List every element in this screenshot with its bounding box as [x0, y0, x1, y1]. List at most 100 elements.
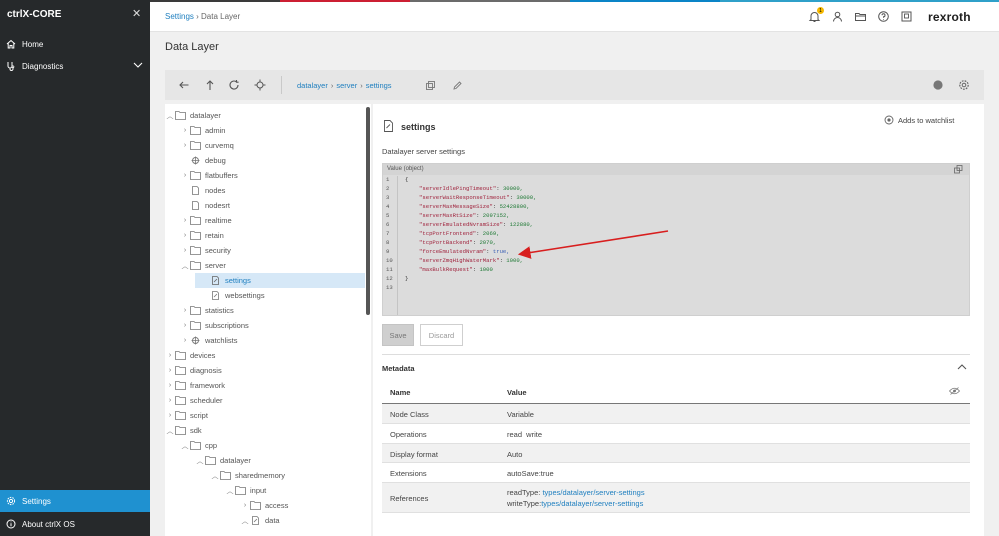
tree-node-script[interactable]: › script	[165, 408, 208, 423]
chevron-right-icon[interactable]: ›	[180, 322, 190, 329]
chevron-up-icon[interactable]	[957, 362, 967, 372]
tree-node-nodes[interactable]: nodes	[190, 183, 225, 198]
write-type-link[interactable]: types/datalayer/server-settings	[541, 499, 643, 508]
chevron-right-icon[interactable]: ›	[180, 247, 190, 254]
chevron-right-icon[interactable]: ›	[180, 307, 190, 314]
tree-node-framework[interactable]: › framework	[165, 378, 225, 393]
close-icon[interactable]: ✕	[132, 7, 141, 20]
editor-header: Value (object)	[383, 164, 969, 175]
device-icon[interactable]	[900, 10, 913, 23]
sidebar-item-about[interactable]: About ctrlX OS	[0, 513, 150, 535]
chevron-right-icon[interactable]: ›	[180, 172, 190, 179]
crosshair-icon[interactable]	[253, 78, 267, 92]
page-title-bar: Data Layer	[150, 32, 999, 64]
chevron-right-icon[interactable]: ›	[165, 382, 175, 389]
back-arrow-icon[interactable]	[177, 78, 191, 92]
editor-code[interactable]: 1{ 2 "serverIdlePingTimeout": 30000, 3 "se…	[383, 176, 969, 315]
home-icon	[6, 39, 16, 49]
sidebar-item-settings[interactable]: Settings	[0, 490, 150, 512]
add-to-watchlist-button[interactable]: Adds to watchlist	[884, 115, 954, 125]
user-icon[interactable]	[831, 10, 844, 23]
sidebar-item-home[interactable]: Home	[0, 33, 150, 55]
chevron-up-icon[interactable]: ︿	[165, 111, 175, 121]
tree-node-devices[interactable]: › devices	[165, 348, 216, 363]
datalayer-toolbar: datalayer › server › settings	[165, 70, 984, 100]
tree-node-datalayer[interactable]: ︿ datalayer	[165, 108, 221, 123]
tree-node-cpp[interactable]: ︿ cpp	[180, 438, 218, 453]
save-button[interactable]: Save	[382, 324, 414, 346]
chevron-right-icon[interactable]: ›	[180, 217, 190, 224]
edit-pencil-icon[interactable]	[450, 78, 464, 92]
chevron-right-icon[interactable]: ›	[165, 397, 175, 404]
tree-node-retain[interactable]: › retain	[180, 228, 224, 243]
tree-node-diagnosis[interactable]: › diagnosis	[165, 363, 222, 378]
sidebar-item-diagnostics[interactable]: Diagnostics	[0, 55, 150, 77]
tree-node-sdk[interactable]: ︿ sdk	[165, 423, 202, 438]
tree-node-websettings[interactable]: websettings	[210, 288, 265, 303]
tree-node-access[interactable]: › access	[240, 498, 289, 513]
path-segment[interactable]: settings	[366, 81, 392, 90]
chevron-right-icon[interactable]: ›	[165, 352, 175, 359]
tree-node-flatbuffers[interactable]: › flatbuffers	[180, 168, 238, 183]
tree-node-server[interactable]: ︿ server	[180, 258, 226, 273]
tree-node-realtime[interactable]: › realtime	[180, 213, 232, 228]
info-icon	[6, 519, 16, 529]
folder-icon	[190, 216, 201, 225]
code-line: 9 "forceEmulatedNvram": true,	[386, 248, 510, 255]
up-arrow-icon[interactable]	[203, 78, 217, 92]
chevron-up-icon[interactable]: ︿	[225, 486, 235, 496]
tree-scrollbar[interactable]	[366, 107, 370, 315]
tree-node-label: realtime	[205, 216, 232, 225]
chevron-right-icon[interactable]: ›	[165, 412, 175, 419]
read-type-link[interactable]: types/datalayer/server-settings	[542, 488, 644, 497]
chevron-up-icon[interactable]: ︿	[210, 471, 220, 481]
chevron-right-icon[interactable]: ›	[180, 232, 190, 239]
chevron-up-icon[interactable]: ︿	[165, 426, 175, 436]
path-segment[interactable]: server	[336, 81, 357, 90]
chevron-up-icon[interactable]: ︿	[180, 261, 190, 271]
tree-node-nodesrt[interactable]: nodesrt	[190, 198, 230, 213]
path-segment[interactable]: datalayer	[297, 81, 328, 90]
tree-node-datalayer-sdk[interactable]: ︿ datalayer	[195, 453, 251, 468]
settings-gear-icon[interactable]	[957, 78, 971, 92]
chevron-right-icon[interactable]: ›	[180, 127, 190, 134]
tree-node-settings[interactable]: settings	[195, 273, 365, 288]
document-icon	[190, 186, 201, 195]
metadata-section-header[interactable]: Metadata	[382, 354, 970, 380]
chevron-right-icon[interactable]: ›	[165, 367, 175, 374]
tree-node-watchlists[interactable]: › watchlists	[180, 333, 238, 348]
tree-node-label: diagnosis	[190, 366, 222, 375]
bell-icon[interactable]: 1	[808, 7, 824, 23]
tree-node-scheduler[interactable]: › scheduler	[165, 393, 223, 408]
discard-button[interactable]: Discard	[420, 324, 463, 346]
folder-icon[interactable]	[854, 10, 867, 23]
tree-node-statistics[interactable]: › statistics	[180, 303, 234, 318]
chevron-up-icon[interactable]: ︿	[180, 441, 190, 451]
node-description: Datalayer server settings	[382, 147, 465, 156]
sidebar: ctrlX-CORE ✕ Home Diagnostics Settings A…	[0, 0, 150, 536]
chevron-up-icon[interactable]: ︿	[240, 516, 250, 526]
tree-node-subscriptions[interactable]: › subscriptions	[180, 318, 249, 333]
tree-node-curvemq[interactable]: › curvemq	[180, 138, 234, 153]
tree-node-sharedmemory[interactable]: ︿ sharedmemory	[210, 468, 286, 483]
tree-node-input[interactable]: ︿ input	[225, 483, 267, 498]
globe-icon[interactable]	[931, 78, 945, 92]
sidebar-header: ctrlX-CORE ✕	[0, 0, 150, 30]
refresh-icon[interactable]	[227, 78, 241, 92]
breadcrumb-settings-link[interactable]: Settings	[165, 12, 194, 21]
help-icon[interactable]	[877, 10, 890, 23]
tree-node-debug[interactable]: debug	[190, 153, 226, 168]
chevron-right-icon[interactable]: ›	[180, 337, 190, 344]
tree-node-admin[interactable]: › admin	[180, 123, 226, 138]
chevron-up-icon[interactable]: ︿	[195, 456, 205, 466]
value-editor[interactable]: Value (object) 1{ 2 "serverIdlePingTimeou…	[382, 163, 970, 316]
copy-value-icon[interactable]	[954, 165, 963, 174]
hide-eye-icon[interactable]	[948, 387, 961, 395]
tree-node-security[interactable]: › security	[180, 243, 231, 258]
chevron-right-icon[interactable]: ›	[180, 142, 190, 149]
copy-icon[interactable]	[423, 78, 437, 92]
header-icons: 1	[808, 7, 913, 23]
tree-node-data[interactable]: ︿ data	[240, 513, 280, 528]
chevron-down-icon[interactable]	[133, 61, 143, 71]
chevron-right-icon[interactable]: ›	[240, 502, 250, 509]
